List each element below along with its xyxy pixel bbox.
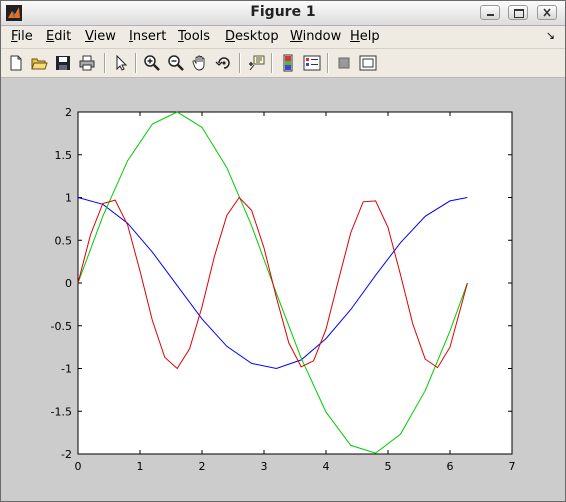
x-tick-label: 2 [199,460,206,473]
menu-desktop-accel: D [225,29,236,44]
y-tick-label: 2 [65,106,72,119]
zoom-out-icon[interactable] [167,54,185,72]
menu-desktop[interactable]: Desktop [225,29,279,44]
y-tick-label: 1.5 [55,149,73,162]
menu-view[interactable]: View [85,29,116,44]
dock-figure-icon[interactable]: ↘ [546,29,555,42]
insert-colorbar-icon[interactable] [279,54,297,72]
y-tick-label: -1.5 [51,405,72,418]
x-tick-label: 6 [447,460,454,473]
maximize-button[interactable] [508,5,528,20]
menu-file-label: ile [17,29,33,44]
new-figure-icon[interactable] [7,54,25,72]
title-bar[interactable]: Figure 1 [1,1,565,26]
toolbar-separator [104,53,106,73]
toolbar-separator [271,53,273,73]
toolbar-separator [327,53,329,73]
menu-edit[interactable]: Edit [46,29,71,44]
menu-window-accel: W [290,29,303,44]
plot-axes[interactable]: 0 1 2 3 4 5 6 7 2 1.5 1 0.5 0 -0.5 -1 -1.5 -2 [1,79,565,501]
x-tick-label: 5 [385,460,392,473]
menu-desktop-label: esktop [235,29,279,44]
menu-file[interactable]: File [11,29,33,44]
menu-bar: File Edit View Insert Tools Desktop Wind… [1,26,565,49]
x-tick-label: 7 [509,460,516,473]
toolbar-separator [239,53,241,73]
x-tick-label: 3 [261,460,268,473]
x-tick-label: 1 [137,460,144,473]
y-tick-label: 0.5 [55,234,73,247]
menu-tools-label: ools [183,29,211,44]
figure-canvas[interactable]: 0 1 2 3 4 5 6 7 2 1.5 1 0.5 0 -0.5 -1 -1.5 -2 [1,79,565,501]
close-icon [543,8,551,17]
x-tick-label: 4 [323,460,330,473]
menu-view-accel: V [85,29,94,44]
save-icon[interactable] [54,54,72,72]
toolbar-separator [135,53,137,73]
zoom-in-icon[interactable] [143,54,161,72]
menu-insert[interactable]: Insert [129,29,166,44]
close-button[interactable] [537,5,557,20]
menu-view-label: iew [93,29,116,44]
menu-help-accel: H [350,29,360,44]
menu-help-label: elp [359,29,380,44]
menu-edit-label: dit [54,29,72,44]
open-file-icon[interactable] [30,54,48,72]
menu-tools[interactable]: Tools [178,29,210,44]
show-plot-tools-icon[interactable] [359,54,377,72]
menu-window-label: indow [302,29,342,44]
menu-help[interactable]: Help [350,29,380,44]
data-cursor-icon[interactable] [247,54,265,72]
maximize-icon [514,9,524,18]
x-tick-label: 0 [75,460,82,473]
y-tick-label: -1 [61,363,72,376]
y-tick-label: -0.5 [51,320,72,333]
minimize-button[interactable] [480,5,500,20]
pan-hand-icon[interactable] [191,54,209,72]
print-icon[interactable] [78,54,96,72]
menu-edit-accel: E [46,29,55,44]
y-tick-label: 1 [65,192,72,205]
y-tick-label: 0 [65,277,72,290]
rotate-3d-icon[interactable] [215,54,233,72]
insert-legend-icon[interactable] [303,54,321,72]
menu-insert-label: nsert [132,29,167,44]
y-tick-label: -2 [61,448,72,461]
figure-window: Figure 1 File Edit View Insert Tools Des… [0,0,566,502]
minimize-icon [487,14,494,16]
menu-window[interactable]: Window [290,29,341,44]
figure-toolbar [1,49,565,78]
edit-plot-arrow-icon[interactable] [112,54,130,72]
hide-plot-tools-icon[interactable] [335,54,353,72]
